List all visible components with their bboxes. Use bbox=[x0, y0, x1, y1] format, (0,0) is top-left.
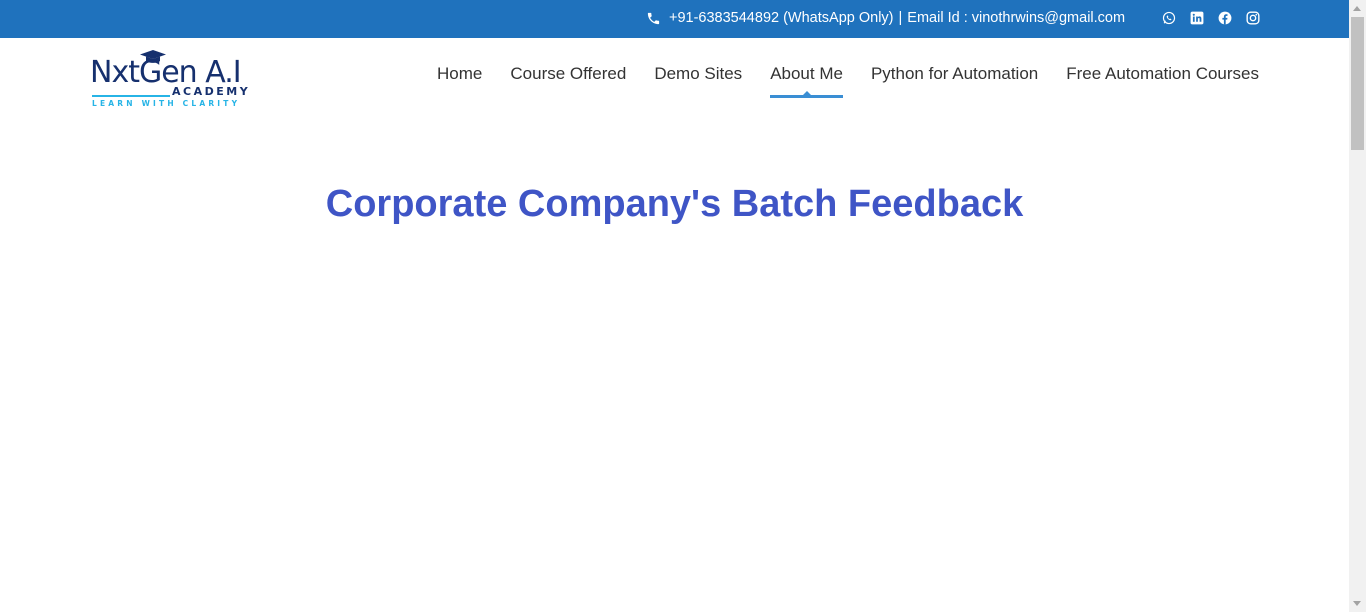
phone-number[interactable]: +91-6383544892 (WhatsApp Only) bbox=[669, 10, 894, 26]
nav-item-demo-sites[interactable]: Demo Sites bbox=[654, 64, 742, 98]
whatsapp-icon[interactable] bbox=[1162, 11, 1176, 25]
main-nav: Home Course Offered Demo Sites About Me … bbox=[437, 64, 1259, 98]
graduation-cap-icon bbox=[140, 50, 166, 64]
nav-item-python-for-automation[interactable]: Python for Automation bbox=[871, 64, 1038, 98]
phone-icon bbox=[646, 11, 661, 26]
top-bar: +91-6383544892 (WhatsApp Only) | Email I… bbox=[0, 0, 1349, 38]
nav-item-free-automation-courses[interactable]: Free Automation Courses bbox=[1066, 64, 1259, 98]
email-address[interactable]: Email Id : vinothrwins@gmail.com bbox=[907, 10, 1125, 26]
scrollbar-thumb[interactable] bbox=[1351, 17, 1364, 150]
instagram-icon[interactable] bbox=[1246, 11, 1260, 25]
logo-subtitle: ACADEMY bbox=[172, 85, 251, 98]
site-logo[interactable]: NxtGen A.I ACADEMY LEARN WITH CLARITY bbox=[90, 50, 250, 108]
logo-divider bbox=[92, 95, 170, 97]
site-header: NxtGen A.I ACADEMY LEARN WITH CLARITY Ho… bbox=[0, 38, 1349, 118]
linkedin-icon[interactable] bbox=[1190, 11, 1204, 25]
scroll-up-arrow-icon[interactable] bbox=[1353, 6, 1361, 11]
contact-info: +91-6383544892 (WhatsApp Only) | Email I… bbox=[646, 9, 1125, 27]
nav-item-home[interactable]: Home bbox=[437, 64, 482, 98]
nav-item-course-offered[interactable]: Course Offered bbox=[510, 64, 626, 98]
page-scrollbar[interactable] bbox=[1349, 0, 1366, 612]
contact-separator: | bbox=[898, 10, 903, 26]
social-links bbox=[1162, 11, 1260, 25]
logo-tagline: LEARN WITH CLARITY bbox=[92, 99, 241, 108]
nav-item-about-me[interactable]: About Me bbox=[770, 64, 843, 98]
scroll-down-arrow-icon[interactable] bbox=[1353, 601, 1361, 606]
facebook-icon[interactable] bbox=[1218, 11, 1232, 25]
page-title: Corporate Company's Batch Feedback bbox=[325, 183, 1024, 225]
